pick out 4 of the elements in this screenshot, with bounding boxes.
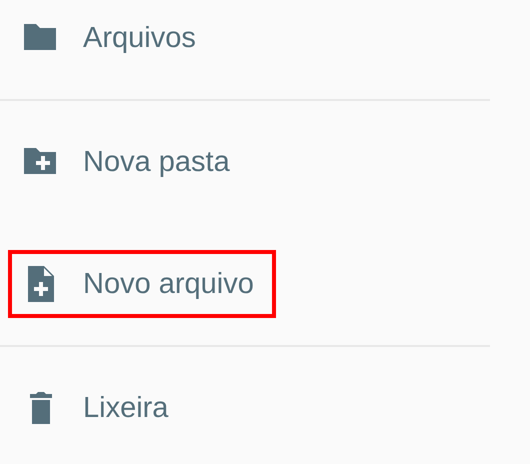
menu-item[interactable]: Lixeira — [8, 374, 190, 442]
menu-item[interactable]: Nova pasta — [8, 128, 252, 196]
menu-item[interactable]: Novo arquivo — [8, 250, 276, 318]
menu-item[interactable]: Arquivos — [8, 4, 218, 72]
